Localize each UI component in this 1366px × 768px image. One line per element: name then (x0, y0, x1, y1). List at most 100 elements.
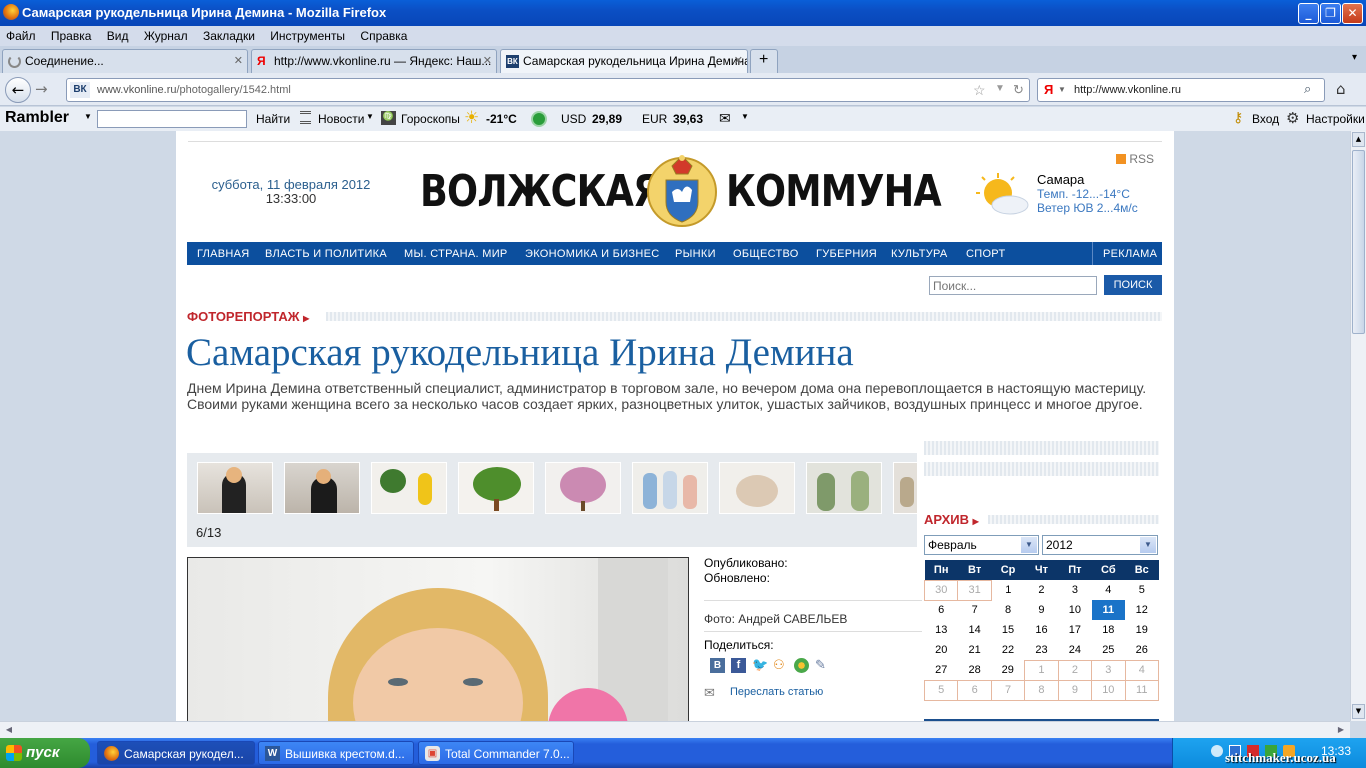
menu-tools[interactable]: Инструменты (264, 26, 351, 43)
moimir-share-icon[interactable] (794, 658, 809, 673)
calendar-day[interactable]: 26 (1125, 640, 1158, 660)
menu-history[interactable]: Журнал (138, 26, 194, 43)
calendar-day[interactable]: 20 (925, 640, 958, 660)
tab-list-icon[interactable]: ▾ (1352, 52, 1357, 63)
horizontal-scrollbar[interactable]: ◀ ▶ (0, 721, 1350, 738)
scroll-left-icon[interactable]: ◀ (2, 723, 16, 737)
calendar-day[interactable]: 23 (1025, 640, 1058, 660)
calendar-day[interactable]: 30 (923, 579, 959, 601)
menu-help[interactable]: Справка (354, 26, 413, 43)
calendar-day[interactable]: 13 (925, 620, 958, 640)
scroll-down-icon[interactable]: ▼ (1352, 704, 1365, 719)
nav-world[interactable]: МЫ. СТРАНА. МИР (404, 248, 508, 260)
calendar-day[interactable]: 4 (1092, 580, 1125, 600)
calendar-day[interactable]: 10 (1091, 679, 1126, 701)
calendar-day[interactable]: 8 (991, 600, 1024, 620)
scroll-up-icon[interactable]: ▲ (1352, 132, 1365, 147)
thumbnail[interactable] (806, 462, 882, 514)
vertical-scrollbar[interactable]: ▲ ▼ (1350, 131, 1366, 721)
eur-value[interactable]: 39,63 (673, 112, 703, 126)
settings-button[interactable]: Настройки (1306, 112, 1365, 126)
tab-close-icon[interactable]: ✕ (234, 54, 243, 67)
calendar-day[interactable]: 3 (1091, 659, 1126, 681)
calendar-day[interactable]: 22 (991, 640, 1024, 660)
rss-link[interactable]: RSS (1116, 152, 1154, 166)
calendar-day[interactable]: 18 (1092, 620, 1125, 640)
rambler-menu-icon[interactable]: ▼ (84, 112, 92, 121)
horoscopes-button[interactable]: Гороскопы (401, 112, 460, 126)
login-button[interactable]: Вход (1252, 112, 1279, 126)
menu-view[interactable]: Вид (101, 26, 135, 43)
tab-current[interactable]: ВК Самарская рукодельница Ирина Демина ✕ (500, 49, 748, 73)
home-icon[interactable]: ⌂ (1336, 80, 1346, 98)
calendar-day[interactable]: 3 (1058, 580, 1091, 600)
thumbnail[interactable] (719, 462, 795, 514)
news-button[interactable]: Новости (318, 112, 364, 126)
reload-icon[interactable]: ↻ (1013, 82, 1024, 98)
nav-society[interactable]: ОБЩЕСТВО (733, 248, 799, 260)
calendar-day[interactable]: 17 (1058, 620, 1091, 640)
calendar-day[interactable]: 9 (1057, 679, 1093, 701)
task-total-commander[interactable]: ▣ Total Commander 7.0... (418, 741, 574, 765)
nav-culture[interactable]: КУЛЬТУРА (891, 248, 948, 260)
calendar-day[interactable]: 24 (1058, 640, 1091, 660)
calendar-day[interactable]: 1 (1024, 659, 1059, 681)
tab-loading[interactable]: Соединение... ✕ (2, 49, 248, 73)
calendar-day[interactable]: 9 (1025, 600, 1058, 620)
nav-sport[interactable]: СПОРТ (966, 248, 1005, 260)
thumbnail[interactable] (632, 462, 708, 514)
calendar-day[interactable]: 29 (991, 660, 1024, 680)
calendar-day[interactable]: 14 (958, 620, 991, 640)
rambler-logo[interactable]: Rambler (5, 109, 69, 127)
twitter-share-icon[interactable]: 🐦 (752, 657, 768, 673)
thumbnail[interactable] (458, 462, 534, 514)
year-select[interactable]: 2012 ▼ (1042, 535, 1158, 555)
new-tab-button[interactable]: + (750, 49, 778, 73)
thumbnail[interactable] (893, 462, 917, 514)
start-button[interactable]: пуск (0, 738, 90, 768)
forward-arrow-icon[interactable]: → (35, 80, 48, 98)
news-dropdown-icon[interactable]: ▼ (366, 112, 374, 121)
calendar-day[interactable]: 2 (1057, 659, 1093, 681)
search-icon[interactable]: ⌕ (1304, 81, 1311, 97)
calendar-day[interactable]: 21 (958, 640, 991, 660)
scroll-thumb[interactable] (1352, 150, 1365, 334)
calendar-day[interactable]: 7 (958, 600, 991, 620)
calendar-day[interactable]: 28 (958, 660, 991, 680)
tray-icon[interactable] (1211, 745, 1223, 757)
facebook-share-icon[interactable]: f (731, 658, 746, 673)
close-button[interactable]: ✕ (1342, 3, 1363, 24)
calendar-day[interactable]: 25 (1092, 640, 1125, 660)
usd-value[interactable]: 29,89 (592, 112, 622, 126)
task-firefox[interactable]: Самарская рукодел... (97, 741, 255, 765)
calendar-day[interactable]: 12 (1125, 600, 1158, 620)
calendar-day[interactable]: 4 (1124, 659, 1160, 681)
coat-of-arms-logo[interactable] (646, 152, 718, 228)
calendar-day[interactable]: 8 (1024, 679, 1059, 701)
odnoklassniki-share-icon[interactable]: ⚇ (773, 657, 785, 673)
minimize-button[interactable]: _ (1298, 3, 1319, 24)
nav-politics[interactable]: ВЛАСТЬ И ПОЛИТИКА (265, 248, 387, 260)
calendar-day[interactable]: 16 (1025, 620, 1058, 640)
tab-close-icon[interactable]: ✕ (734, 54, 743, 67)
tab-yandex[interactable]: Я http://www.vkonline.ru — Яндекс: Наш..… (251, 49, 497, 73)
tab-close-icon[interactable]: ✕ (483, 54, 492, 67)
logo-right-text[interactable]: КОММУНА (726, 167, 942, 217)
calendar-day[interactable]: 6 (957, 679, 992, 701)
mail-dropdown-icon[interactable]: ▼ (741, 112, 749, 121)
url-bar[interactable]: ВК www.vkonline.ru/photogallery/1542.htm… (66, 78, 1030, 102)
logo-left-text[interactable]: ВОЛЖСКАЯ (420, 167, 661, 217)
calendar-day[interactable]: 11 (1124, 679, 1160, 701)
menu-bookmarks[interactable]: Закладки (197, 26, 261, 43)
nav-economy[interactable]: ЭКОНОМИКА И БИЗНЕС (525, 248, 659, 260)
nav-ads[interactable]: РЕКЛАМА (1103, 248, 1157, 260)
star-icon[interactable]: ☆ (973, 82, 986, 99)
calendar-day[interactable]: 7 (990, 679, 1026, 701)
task-word[interactable]: W Вышивка крестом.d... (258, 741, 414, 765)
rambler-search-input[interactable] (97, 110, 247, 128)
calendar-day[interactable]: 5 (1125, 580, 1158, 600)
calendar-day[interactable]: 10 (1058, 600, 1091, 620)
rambler-find-button[interactable]: Найти (256, 112, 290, 126)
dropdown-icon[interactable]: ▼ (995, 83, 1005, 94)
site-identity-icon[interactable]: ВК (70, 82, 90, 98)
